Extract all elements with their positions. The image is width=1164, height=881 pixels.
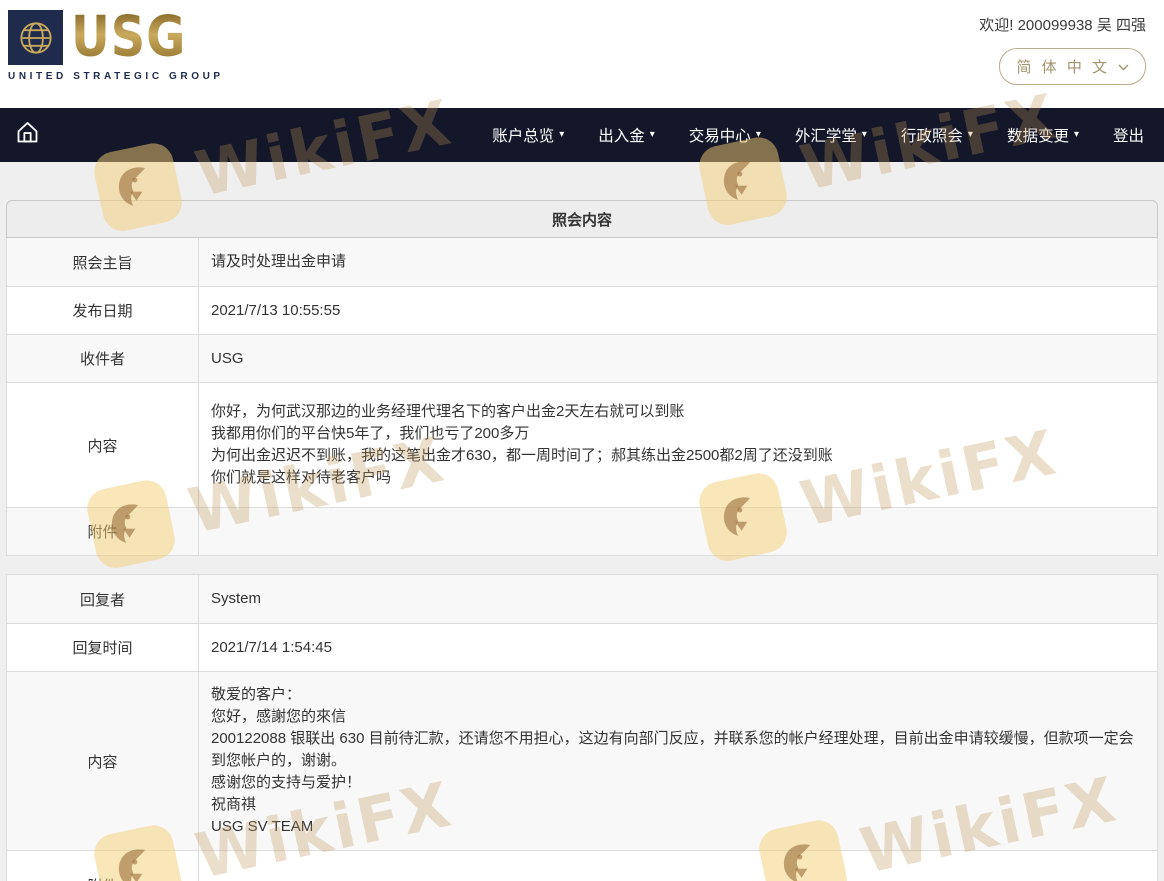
dropdown-arrow-icon: ▾ [862,130,867,140]
nav-item-fx-school[interactable]: 外汇学堂 ▾ [795,124,867,146]
row-label: 回复时间 [7,624,199,671]
panel-title: 照会内容 [6,200,1158,238]
content-line: USG SV TEAM [211,816,1145,838]
nav-item-label: 数据变更 [1007,124,1069,146]
row-label: 回复者 [7,575,199,623]
reply-table: 回复者 System 回复时间 2021/7/14 1:54:45 内容 敬爱的… [6,574,1158,881]
nav-item-label: 行政照会 [901,124,963,146]
row-label: 照会主旨 [7,238,199,286]
row-label: 附件 [7,851,199,881]
nav-item-deposit-withdraw[interactable]: 出入金 ▾ [598,124,655,146]
content-line: 你好，为何武汉那边的业务经理代理名下的客户出金2天左右就可以到账 [211,401,1145,423]
reply-time-text: 2021/7/14 1:54:45 [211,637,1145,659]
globe-icon [8,10,63,65]
nav-item-label: 登出 [1113,124,1144,146]
table-row-reply-time: 回复时间 2021/7/14 1:54:45 [7,623,1157,671]
logo-subtitle-text: UNITED STRATEGIC GROUP [8,71,224,82]
nav-item-label: 账户总览 [492,124,554,146]
reply-time-value: 2021/7/14 1:54:45 [199,624,1157,671]
nav-menu: 账户总览 ▾ 出入金 ▾ 交易中心 ▾ 外汇学堂 ▾ 行政照会 ▾ 数据变更 ▾… [492,124,1144,146]
reply-content-value: 敬爱的客户： 您好，感謝您的來信 200122088 银联出 630 目前待汇款… [199,672,1157,850]
home-icon [14,119,41,151]
recipient-text: USG [211,348,1145,370]
subject-text: 请及时处理出金申请 [211,251,1145,273]
content-line: 祝商祺 [211,794,1145,816]
content-line: 感谢您的支持与爱护！ [211,772,1145,794]
language-selector-label: 简 体 中 文 [1016,56,1110,77]
logo-acronym-text: USG [71,8,186,67]
language-selector[interactable]: 简 体 中 文 [999,48,1146,85]
inquiry-attachment-value [199,508,1157,555]
inquiry-date-value: 2021/7/13 10:55:55 [199,287,1157,334]
main-content: 照会内容 照会主旨 请及时处理出金申请 发布日期 2021/7/13 10:55… [0,200,1164,881]
nav-item-account-overview[interactable]: 账户总览 ▾ [492,124,564,146]
table-row-publish-date: 发布日期 2021/7/13 10:55:55 [7,286,1157,334]
date-text: 2021/7/13 10:55:55 [211,300,1145,322]
row-label: 收件者 [7,335,199,382]
row-label: 内容 [7,383,199,507]
reply-attachment-value [199,851,1157,881]
table-row-content: 内容 你好，为何武汉那边的业务经理代理名下的客户出金2天左右就可以到账 我都用你… [7,382,1157,507]
table-row-responder: 回复者 System [7,575,1157,623]
nav-item-data-change[interactable]: 数据变更 ▾ [1007,124,1079,146]
content-line: 我都用你们的平台快5年了，我们也亏了200多万 [211,423,1145,445]
reply-responder-value: System [199,575,1157,623]
table-row-reply-attachment: 附件 [7,850,1157,881]
table-row-attachment: 附件 [7,507,1157,555]
row-label: 附件 [7,508,199,555]
content-line: 敬爱的客户： [211,684,1145,706]
dropdown-arrow-icon: ▾ [1074,130,1079,140]
row-label: 发布日期 [7,287,199,334]
dropdown-arrow-icon: ▾ [968,130,973,140]
table-row-recipient: 收件者 USG [7,334,1157,382]
nav-item-trade-center[interactable]: 交易中心 ▾ [689,124,761,146]
table-row-subject: 照会主旨 请及时处理出金申请 [7,238,1157,286]
home-button[interactable] [14,119,41,151]
dropdown-arrow-icon: ▾ [559,130,564,140]
nav-item-admin-inquiry[interactable]: 行政照会 ▾ [901,124,973,146]
dropdown-arrow-icon: ▾ [756,130,761,140]
inquiry-table: 照会主旨 请及时处理出金申请 发布日期 2021/7/13 10:55:55 收… [6,238,1158,556]
row-label: 内容 [7,672,199,850]
table-row-reply-content: 内容 敬爱的客户： 您好，感謝您的來信 200122088 银联出 630 目前… [7,671,1157,850]
welcome-text: 欢迎! 200099938 吴 四强 [979,14,1146,35]
content-line: 你们就是这样对待老客户吗 [211,467,1145,489]
panel-title-text: 照会内容 [552,209,612,230]
page-header: USG UNITED STRATEGIC GROUP 欢迎! 200099938… [0,0,1164,108]
usg-logo: USG UNITED STRATEGIC GROUP [8,10,224,82]
inquiry-subject-value: 请及时处理出金申请 [199,238,1157,286]
dropdown-arrow-icon: ▾ [650,130,655,140]
nav-item-label: 外汇学堂 [795,124,857,146]
nav-item-label: 出入金 [598,124,645,146]
main-navbar: 账户总览 ▾ 出入金 ▾ 交易中心 ▾ 外汇学堂 ▾ 行政照会 ▾ 数据变更 ▾… [0,108,1164,162]
inquiry-content-value: 你好，为何武汉那边的业务经理代理名下的客户出金2天左右就可以到账 我都用你们的平… [199,383,1157,507]
chevron-down-icon [1118,58,1129,75]
nav-item-label: 交易中心 [689,124,751,146]
responder-text: System [211,588,1145,610]
content-line: 200122088 银联出 630 目前待汇款，还请您不用担心，这边有向部门反应… [211,728,1145,772]
content-line: 为何出金迟迟不到账，我的这笔出金才630，都一周时间了；郝其练出金2500都2周… [211,445,1145,467]
content-line: 您好，感謝您的來信 [211,706,1145,728]
inquiry-recipient-value: USG [199,335,1157,382]
nav-item-logout[interactable]: 登出 [1113,124,1144,146]
